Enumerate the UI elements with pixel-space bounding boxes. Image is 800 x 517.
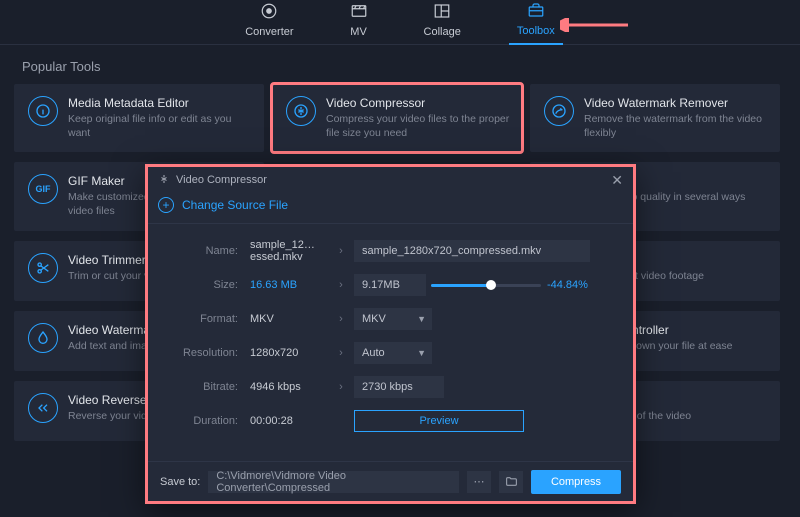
card-desc: Add text and imag [68,340,153,354]
card-media-metadata[interactable]: Media Metadata Editor Keep original file … [14,84,264,152]
more-button[interactable]: ⋯ [467,471,491,493]
label-format: Format: [166,313,238,325]
drop-icon [28,323,58,353]
video-compressor-dialog: Video Compressor ✕ + Change Source File … [145,164,636,504]
tab-converter[interactable]: Converter [237,0,301,44]
duration-value: 00:00:28 [238,415,328,427]
name-original: sample_12…essed.mkv [238,239,328,263]
bitrate-original: 4946 kbps [238,381,328,393]
card-desc: Reverse your vide [68,410,153,424]
label-duration: Duration: [166,415,238,427]
slider-fill [431,284,492,287]
plus-icon: + [158,197,174,213]
tab-mv[interactable]: MV [342,0,376,44]
format-original: MKV [238,313,328,325]
annotation-arrow [560,18,630,32]
card-title: Video Trimmer [68,253,149,267]
compress-button[interactable]: Compress [531,470,621,494]
dialog-footer: Save to: C:\Vidmore\Vidmore Video Conver… [148,461,633,501]
top-tabs: Converter MV Collage Toolbox [0,0,800,45]
tab-collage[interactable]: Collage [416,0,469,44]
card-title: Video Waterma [68,323,153,337]
collage-icon [433,2,451,23]
save-to-label: Save to: [160,476,200,488]
card-desc: Compress your video files to the proper … [326,113,510,140]
dialog-title: Video Compressor [176,174,267,186]
chevron-right-icon: › [328,279,354,291]
section-title: Popular Tools [0,45,800,78]
change-source-label: Change Source File [182,198,288,212]
compress-icon [286,96,316,126]
tab-label: Collage [424,26,461,38]
chevron-right-icon: › [328,381,354,393]
size-original: 16.63 MB [238,279,328,291]
chevron-right-icon: › [328,347,354,359]
converter-icon [260,2,278,23]
reverse-icon [28,393,58,423]
card-desc: Trim or cut your v [68,270,149,284]
label-name: Name: [166,245,238,257]
info-icon [28,96,58,126]
chevron-right-icon: › [328,245,354,257]
format-select[interactable]: MKV▼ [354,308,432,330]
card-title: Video Watermark Remover [584,96,768,110]
tab-toolbox[interactable]: Toolbox [509,0,563,45]
size-input[interactable]: 9.17MB [354,274,426,296]
preview-button[interactable]: Preview [354,410,524,432]
card-title: Video Reverser [68,393,153,407]
label-size: Size: [166,279,238,291]
mv-icon [350,2,368,23]
resolution-select[interactable]: Auto▼ [354,342,432,364]
change-source-button[interactable]: + Change Source File [148,193,633,224]
chevron-down-icon: ▼ [417,348,426,358]
gif-icon: GIF [28,174,58,204]
resolution-original: 1280x720 [238,347,328,359]
card-desc: Remove the watermark from the video flex… [584,113,768,140]
open-folder-button[interactable] [499,471,523,493]
scissors-icon [28,253,58,283]
card-title: Video Compressor [326,96,510,110]
compressor-form: Name: sample_12…essed.mkv › sample_1280x… [148,224,633,461]
dialog-header: Video Compressor ✕ [148,167,633,193]
compress-icon [158,173,176,188]
slider-thumb[interactable] [486,280,496,290]
name-input[interactable]: sample_1280x720_compressed.mkv [354,240,590,262]
label-bitrate: Bitrate: [166,381,238,393]
card-desc: Keep original file info or edit as you w… [68,113,252,140]
chevron-down-icon: ▼ [417,314,426,324]
card-watermark-remover[interactable]: Video Watermark Remover Remove the waterm… [530,84,780,152]
watermark-remove-icon [544,96,574,126]
card-video-compressor[interactable]: Video Compressor Compress your video file… [272,84,522,152]
tab-label: MV [350,26,367,38]
bitrate-value: 2730 kbps [354,376,444,398]
card-title: Media Metadata Editor [68,96,252,110]
tab-label: Converter [245,26,293,38]
close-icon[interactable]: ✕ [611,172,623,189]
tab-label: Toolbox [517,25,555,37]
size-slider[interactable] [431,284,541,287]
label-resolution: Resolution: [166,347,238,359]
toolbox-icon [527,1,545,22]
chevron-right-icon: › [328,313,354,325]
size-percent: -44.84% [547,279,588,291]
save-path-field[interactable]: C:\Vidmore\Vidmore Video Converter\Compr… [208,471,459,493]
